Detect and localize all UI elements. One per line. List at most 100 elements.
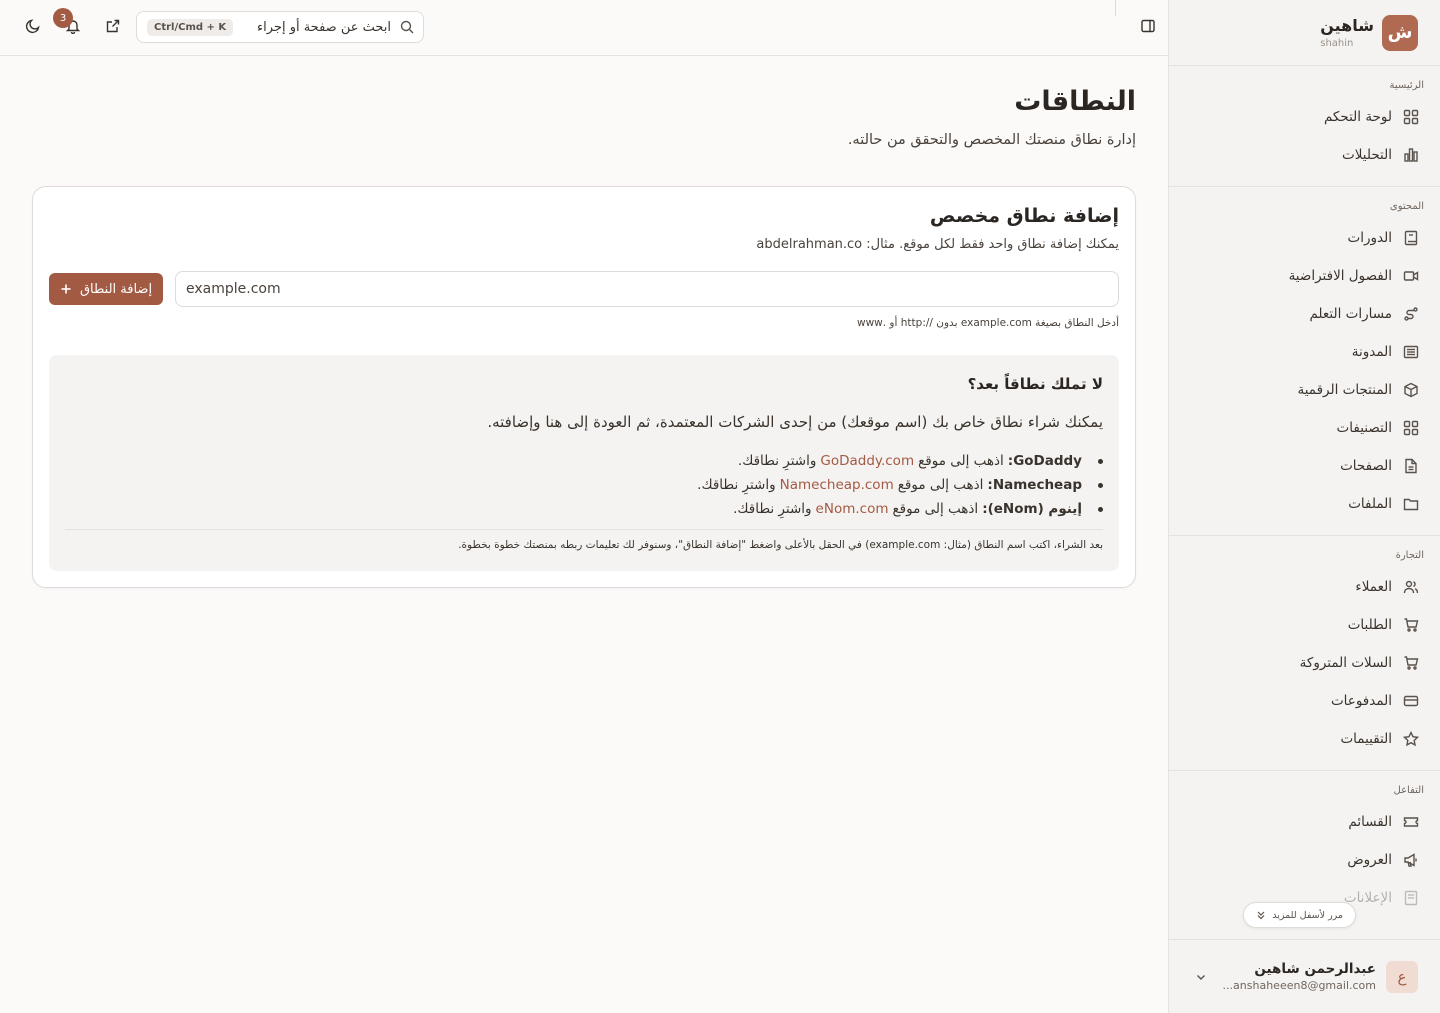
sidebar-item-label: الإعلانات <box>1343 890 1392 906</box>
sidebar-item-digital-products[interactable]: المنتجات الرقمية <box>1169 371 1440 409</box>
registrar-text: اذهب إلى موقع <box>897 477 984 493</box>
analytics-icon <box>1402 146 1420 164</box>
sidebar-item-customers[interactable]: العملاء <box>1169 568 1440 606</box>
sidebar-item-categories[interactable]: التصنيفات <box>1169 409 1440 447</box>
folder-icon <box>1402 495 1420 513</box>
file-icon <box>1402 457 1420 475</box>
sidebar-item-reviews[interactable]: التقييمات <box>1169 720 1440 758</box>
topbar: ابحث عن صفحة أو إجراء Ctrl/Cmd + K 3 <box>0 0 1168 56</box>
info-title: لا تملك نطاقاً بعد؟ <box>967 375 1103 393</box>
ticket-icon <box>1402 813 1420 831</box>
dashboard-icon <box>1402 108 1420 126</box>
page-title: النطاقات <box>1014 86 1136 117</box>
sidebar-item-orders[interactable]: الطلبات <box>1169 606 1440 644</box>
registrar-link[interactable]: GoDaddy.com <box>820 453 914 469</box>
section-title: التفاعل <box>1393 785 1425 796</box>
scroll-more-button[interactable]: مرر لأسفل للمزيد <box>1243 902 1356 928</box>
search-input[interactable]: ابحث عن صفحة أو إجراء Ctrl/Cmd + K <box>136 11 424 43</box>
sidebar-item-abandoned-carts[interactable]: السلات المتروكة <box>1169 644 1440 682</box>
registrar-text: اذهب إلى موقع <box>918 453 1004 469</box>
sidebar-item-label: الصفحات <box>1340 458 1392 474</box>
sidebar-item-files[interactable]: الملفات <box>1169 485 1440 523</box>
card-icon <box>1402 692 1420 710</box>
sidebar-item-courses[interactable]: الدورات <box>1169 219 1440 257</box>
sidebar-item-label: لوحة التحكم <box>1323 109 1392 125</box>
sidebar-item-label: القسائم <box>1348 814 1392 830</box>
external-link-icon[interactable] <box>103 18 121 36</box>
registrar-link[interactable]: eNom.com <box>816 501 889 517</box>
route-icon <box>1402 305 1420 323</box>
newspaper-icon <box>1402 343 1420 361</box>
sidebar-item-virtual-classes[interactable]: الفصول الافتراضية <box>1169 257 1440 295</box>
avatar: ع <box>1386 960 1418 993</box>
chevron-down-icon[interactable] <box>1191 967 1211 987</box>
brand-header[interactable]: ش شاهين shahin <box>1169 0 1440 66</box>
nav-section-main: الرئيسية لوحة التحكم التحليلات <box>1169 66 1440 187</box>
users-icon <box>1402 578 1420 596</box>
sidebar-item-label: التصنيفات <box>1336 420 1392 436</box>
section-title: المحتوى <box>1389 201 1424 212</box>
registrar-name: إينوم (eNom): <box>982 501 1082 517</box>
sidebar-item-analytics[interactable]: التحليلات <box>1169 136 1440 174</box>
moon-icon[interactable] <box>23 18 41 36</box>
nav-section-commerce: التجارة العملاء الطلبات السلات المتروكة … <box>1169 536 1440 771</box>
brand-subtitle: shahin <box>1320 37 1354 49</box>
search-placeholder: ابحث عن صفحة أو إجراء <box>257 19 391 35</box>
sidebar-item-label: العروض <box>1347 852 1392 868</box>
registrar-text: اذهب إلى موقع <box>892 501 979 517</box>
card-title: إضافة نطاق مخصص <box>929 205 1119 227</box>
plus-icon <box>60 283 72 295</box>
sidebar-item-label: التحليلات <box>1342 147 1392 163</box>
domain-input[interactable] <box>175 271 1119 307</box>
domain-hint: أدخل النطاق بصيغة example.com بدون //:ht… <box>856 317 1119 329</box>
user-email: anshaheeen8@gmail.com... <box>1222 979 1376 992</box>
sidebar: ش شاهين shahin الرئيسية لوحة التحكم التح… <box>1168 0 1440 1013</box>
sidebar-item-label: مسارات التعلم <box>1309 306 1392 322</box>
sidebar-item-label: العملاء <box>1355 579 1392 595</box>
page-subtitle: إدارة نطاق منصتك المخصص والتحقق من حالته… <box>847 132 1136 148</box>
section-title: التجارة <box>1395 550 1424 561</box>
chevrons-down-icon <box>1256 910 1266 920</box>
list-item: Namecheap: اذهب إلى موقع Namecheap.com و… <box>697 473 1103 497</box>
user-name: عبدالرحمن شاهين <box>1254 961 1376 977</box>
cart-icon <box>1402 616 1420 634</box>
info-note: بعد الشراء، اكتب اسم النطاق (مثال: examp… <box>458 539 1103 551</box>
registrar-link[interactable]: Namecheap.com <box>780 477 894 493</box>
package-icon <box>1402 381 1420 399</box>
section-title: الرئيسية <box>1389 80 1424 91</box>
brand-name: شاهين <box>1320 15 1374 35</box>
sidebar-item-label: التقييمات <box>1340 731 1392 747</box>
divider <box>65 529 1103 530</box>
bullet <box>1098 506 1103 512</box>
sidebar-item-blog[interactable]: المدونة <box>1169 333 1440 371</box>
user-info: عبدالرحمن شاهين anshaheeen8@gmail.com... <box>1211 961 1376 992</box>
video-icon <box>1402 267 1420 285</box>
sidebar-item-label: السلات المتروكة <box>1299 655 1392 671</box>
sidebar-item-pages[interactable]: الصفحات <box>1169 447 1440 485</box>
nav-section-content: المحتوى الدورات الفصول الافتراضية مسارات… <box>1169 187 1440 536</box>
no-domain-info-box: لا تملك نطاقاً بعد؟ يمكنك شراء نطاق خاص … <box>49 355 1119 571</box>
sidebar-item-dashboard[interactable]: لوحة التحكم <box>1169 98 1440 136</box>
bullet <box>1098 482 1103 488</box>
user-menu[interactable]: ع عبدالرحمن شاهين anshaheeen8@gmail.com.… <box>1169 939 1440 1013</box>
sidebar-item-label: الملفات <box>1348 496 1392 512</box>
search-icon <box>399 19 415 35</box>
sidebar-nav[interactable]: الرئيسية لوحة التحكم التحليلات المحتوى ا… <box>1169 66 1440 936</box>
registrar-name: Namecheap: <box>987 477 1082 493</box>
notification-badge: 3 <box>53 8 73 28</box>
sidebar-item-label: المنتجات الرقمية <box>1297 382 1392 398</box>
registrar-text: واشترِ نطاقك. <box>697 477 776 493</box>
ad-icon <box>1402 889 1420 907</box>
add-domain-button[interactable]: إضافة النطاق <box>49 273 163 305</box>
sidebar-item-learning-paths[interactable]: مسارات التعلم <box>1169 295 1440 333</box>
shortcut-badge: Ctrl/Cmd + K <box>147 18 234 36</box>
app-root: ش شاهين shahin الرئيسية لوحة التحكم التح… <box>0 0 1440 1013</box>
divider <box>1115 0 1116 16</box>
sidebar-item-payments[interactable]: المدفوعات <box>1169 682 1440 720</box>
sidebar-item-label: الطلبات <box>1347 617 1392 633</box>
sidebar-item-coupons[interactable]: القسائم <box>1169 803 1440 841</box>
brand-logo: ش <box>1382 14 1418 51</box>
sidebar-toggle-icon[interactable] <box>1138 18 1156 36</box>
sidebar-item-label: الفصول الافتراضية <box>1288 268 1392 284</box>
sidebar-item-offers[interactable]: العروض <box>1169 841 1440 879</box>
